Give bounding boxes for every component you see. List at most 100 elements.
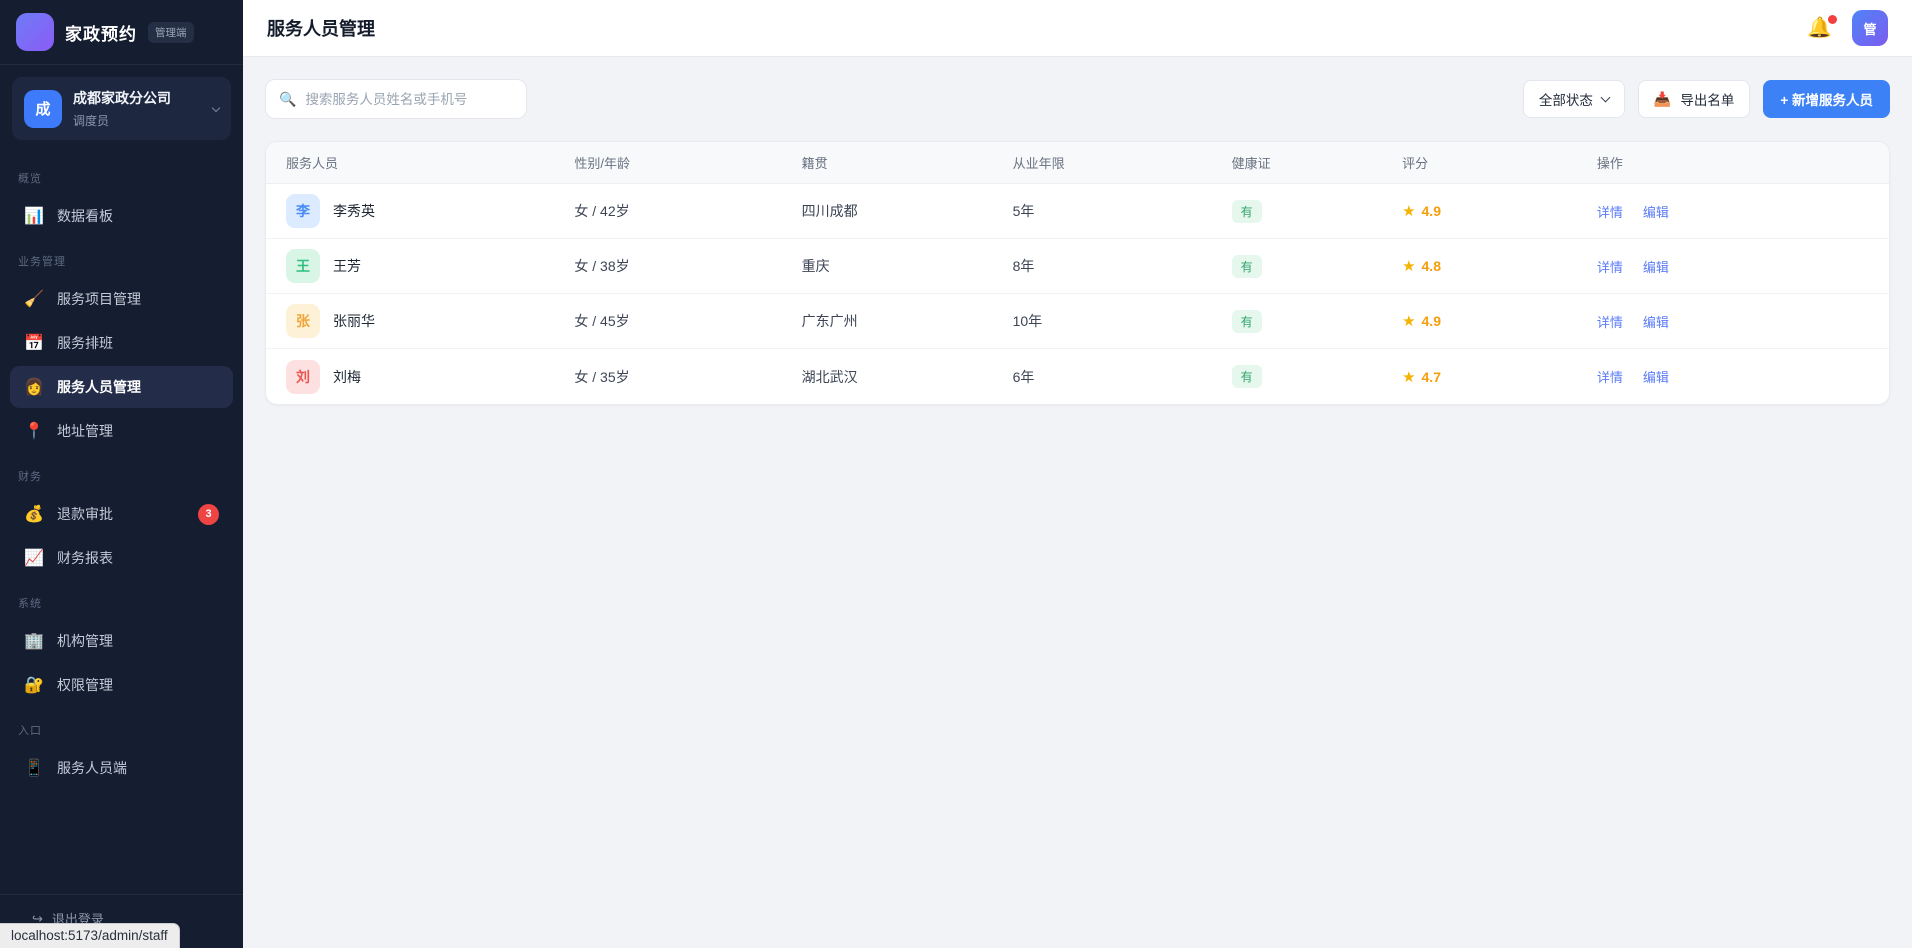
column-header-years: 从业年限 xyxy=(1012,156,1065,171)
rating-cell: ★ 4.9 xyxy=(1402,312,1597,330)
health-cell: 有 xyxy=(1231,199,1402,223)
table-row: 刘 刘梅 女 / 35岁 湖北武汉 6年 有 ★ 4.7 详情 编辑 xyxy=(266,349,1889,404)
detail-link[interactable]: 详情 xyxy=(1597,312,1623,331)
app-logo xyxy=(16,13,54,51)
column-header-gender-age: 性别/年龄 xyxy=(574,156,630,171)
star-icon: ★ xyxy=(1402,313,1416,330)
sidebar-item-refund-approval[interactable]: 💰 退款审批 3 xyxy=(10,493,233,535)
sidebar-item-label: 数据看板 xyxy=(57,208,113,224)
actions-cell: 详情 编辑 xyxy=(1597,257,1889,276)
sidebar-item-address[interactable]: 📍 地址管理 xyxy=(10,410,233,452)
org-avatar: 成 xyxy=(24,89,62,128)
org-role: 调度员 xyxy=(73,114,110,128)
edit-link[interactable]: 编辑 xyxy=(1643,257,1669,276)
staff-name: 李秀英 xyxy=(333,203,375,219)
column-header-hometown: 籍贯 xyxy=(801,156,828,171)
sidebar-item-service-projects[interactable]: 🧹 服务项目管理 xyxy=(10,278,233,320)
column-header-staff: 服务人员 xyxy=(286,156,339,171)
sidebar-item-org-management[interactable]: 🏢 机构管理 xyxy=(10,620,233,662)
gender-age-cell: 女 / 35岁 xyxy=(574,368,630,385)
bar-chart-icon: 📊 xyxy=(24,208,44,225)
status-filter-select[interactable]: 全部状态 xyxy=(1522,80,1625,118)
sidebar-item-permissions[interactable]: 🔐 权限管理 xyxy=(10,664,233,706)
hometown-cell: 四川成都 xyxy=(801,203,858,219)
years-cell: 5年 xyxy=(1012,203,1035,219)
search-input[interactable] xyxy=(305,91,513,107)
staff-name: 张丽华 xyxy=(333,313,375,329)
staff-cell: 李 李秀英 xyxy=(266,194,574,228)
nav-section-system: 系统 xyxy=(18,598,42,610)
detail-link[interactable]: 详情 xyxy=(1597,202,1623,221)
avatar-button[interactable]: 管 xyxy=(1852,10,1888,46)
refund-count-badge: 3 xyxy=(198,503,219,525)
sidebar-item-scheduling[interactable]: 📅 服务排班 xyxy=(10,322,233,364)
search-icon: 🔍 xyxy=(279,90,297,107)
gender-age-cell: 女 / 45岁 xyxy=(574,313,630,329)
main-area: 服务人员管理 🔔 管 🔍 全部状态 xyxy=(243,0,1912,948)
app-logo-row: 家政预约 管理端 xyxy=(0,0,243,65)
table-row: 李 李秀英 女 / 42岁 四川成都 5年 有 ★ 4.9 详情 编辑 xyxy=(266,184,1889,239)
staff-cell: 王 王芳 xyxy=(266,249,574,283)
edit-link[interactable]: 编辑 xyxy=(1643,202,1669,221)
years-cell: 10年 xyxy=(1012,313,1043,329)
edit-link[interactable]: 编辑 xyxy=(1643,367,1669,386)
admin-mode-badge: 管理端 xyxy=(148,21,194,43)
staff-name: 王芳 xyxy=(333,258,361,274)
rating-value: 4.9 xyxy=(1421,313,1441,329)
page-content: 🔍 全部状态 📥 导出名单 + 新增服务人员 xyxy=(243,57,1912,948)
staff-table: 服务人员 性别/年龄 籍贯 从业年限 健康证 评分 操作 李 李秀英 女 / 4… xyxy=(265,141,1890,405)
years-cell: 8年 xyxy=(1012,258,1035,274)
hometown-cell: 广东广州 xyxy=(801,313,858,329)
calendar-icon: 📅 xyxy=(24,335,44,352)
column-header-health: 健康证 xyxy=(1231,156,1271,171)
page-title: 服务人员管理 xyxy=(267,19,375,39)
sidebar-item-label: 服务人员管理 xyxy=(57,379,141,395)
org-name: 成都家政分公司 xyxy=(73,90,171,106)
org-info: 成都家政分公司 调度员 xyxy=(73,88,171,129)
sidebar-item-finance-reports[interactable]: 📈 财务报表 xyxy=(10,537,233,579)
topbar-actions: 🔔 管 xyxy=(1807,10,1888,46)
inbox-tray-icon: 📥 xyxy=(1653,90,1672,107)
money-bag-icon: 💰 xyxy=(24,506,44,523)
sidebar-item-label: 地址管理 xyxy=(57,423,113,439)
table-header-row: 服务人员 性别/年龄 籍贯 从业年限 健康证 评分 操作 xyxy=(266,142,1889,184)
edit-link[interactable]: 编辑 xyxy=(1643,312,1669,331)
sidebar-item-label: 机构管理 xyxy=(57,633,113,649)
sidebar-item-label: 服务排班 xyxy=(57,335,113,351)
column-header-actions: 操作 xyxy=(1596,156,1623,171)
add-staff-button[interactable]: + 新增服务人员 xyxy=(1763,80,1890,118)
notification-dot xyxy=(1828,15,1837,24)
table-row: 张 张丽华 女 / 45岁 广东广州 10年 有 ★ 4.9 详情 编辑 xyxy=(266,294,1889,349)
health-badge: 有 xyxy=(1231,254,1262,278)
detail-link[interactable]: 详情 xyxy=(1597,257,1623,276)
star-icon: ★ xyxy=(1402,258,1416,275)
sidebar-item-staff-management[interactable]: 👩 服务人员管理 xyxy=(10,366,233,408)
rating-cell: ★ 4.8 xyxy=(1402,257,1597,275)
sidebar-item-staff-portal[interactable]: 📱 服务人员端 xyxy=(10,747,233,789)
health-badge: 有 xyxy=(1231,199,1262,223)
health-badge: 有 xyxy=(1231,365,1262,388)
chevron-down-icon xyxy=(211,103,221,112)
woman-icon: 👩 xyxy=(24,379,44,396)
export-button[interactable]: 📥 导出名单 xyxy=(1637,80,1751,118)
rating-cell: ★ 4.9 xyxy=(1402,202,1597,220)
sidebar-item-label: 权限管理 xyxy=(57,677,113,693)
gender-age-cell: 女 / 38岁 xyxy=(574,258,630,274)
broom-icon: 🧹 xyxy=(24,291,44,308)
sidebar-nav: 概览 📊 数据看板 业务管理 🧹 服务项目管理 📅 服务排班 👩 服务人员管理 … xyxy=(0,152,243,894)
gender-age-cell: 女 / 42岁 xyxy=(574,203,630,219)
notifications-button[interactable]: 🔔 xyxy=(1807,15,1837,38)
sidebar-item-dashboard[interactable]: 📊 数据看板 xyxy=(10,195,233,237)
top-bar: 服务人员管理 🔔 管 xyxy=(243,0,1912,57)
hometown-cell: 湖北武汉 xyxy=(801,368,858,385)
staff-cell: 刘 刘梅 xyxy=(266,359,574,394)
nav-section-overview: 概览 xyxy=(18,173,42,185)
org-switcher[interactable]: 成 成都家政分公司 调度员 xyxy=(12,77,231,140)
app-name: 家政预约 xyxy=(65,24,137,44)
hometown-cell: 重庆 xyxy=(801,258,830,274)
rating-value: 4.7 xyxy=(1421,368,1441,385)
search-box: 🔍 xyxy=(265,79,527,119)
detail-link[interactable]: 详情 xyxy=(1597,367,1623,386)
chart-increasing-icon: 📈 xyxy=(24,550,44,567)
mobile-phone-icon: 📱 xyxy=(24,760,44,777)
